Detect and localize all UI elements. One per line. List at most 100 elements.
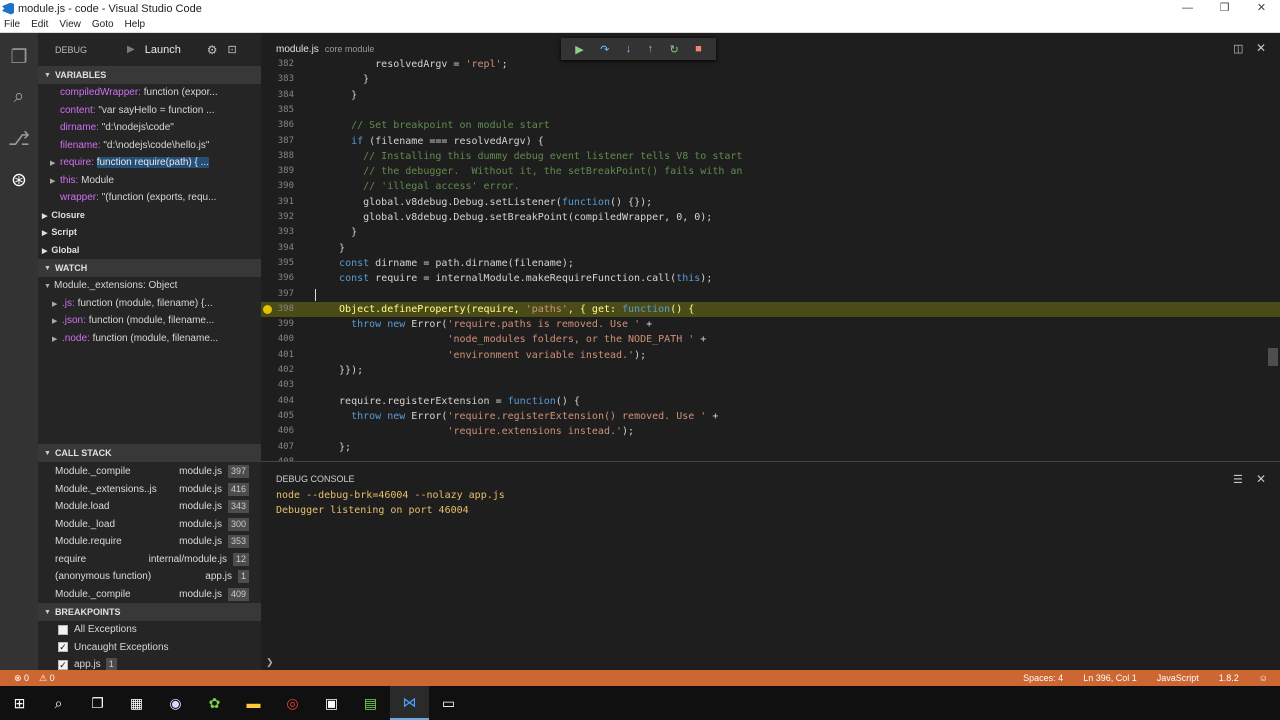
watch-row[interactable]: ▶ .node: function (module, filename... <box>38 330 261 348</box>
close-icon[interactable]: ✕ <box>1256 41 1266 55</box>
app-icon[interactable]: ◉ <box>156 686 195 720</box>
close-window-button[interactable]: ✕ <box>1243 0 1280 17</box>
maximize-button[interactable]: ❐ <box>1206 0 1243 17</box>
step-over-icon[interactable]: ↷ <box>600 43 609 56</box>
expand-icon[interactable]: ▶ <box>42 230 47 237</box>
line-number[interactable]: 385 <box>261 103 294 118</box>
gear-icon[interactable]: ⚙ <box>207 43 218 57</box>
variable-row[interactable]: filename: "d:\nodejs\code\hello.js" <box>38 137 261 155</box>
cursor-position[interactable]: Ln 396, Col 1 <box>1083 673 1137 683</box>
open-console-icon[interactable]: ⊡ <box>227 43 236 56</box>
line-number[interactable]: 394 <box>261 241 294 256</box>
line-number[interactable]: 383 <box>261 72 294 87</box>
menu-help[interactable]: Help <box>125 19 146 30</box>
breakpoint-checkbox[interactable] <box>58 624 68 635</box>
variable-row[interactable]: ▶ this: Module <box>38 172 261 190</box>
breakpoint-item[interactable]: All Exceptions <box>38 621 261 639</box>
step-into-icon[interactable]: ↓ <box>626 43 632 55</box>
stop-icon[interactable]: ■ <box>695 43 702 55</box>
variables-section-header[interactable]: ▼ VARIABLES <box>38 66 261 84</box>
line-number[interactable]: 404 <box>261 394 294 409</box>
typescript-version[interactable]: 1.8.2 <box>1219 673 1239 683</box>
line-number[interactable]: 399 <box>261 317 294 332</box>
tab-module-js[interactable]: module.js <box>261 44 319 55</box>
close-panel-icon[interactable]: ✕ <box>1256 472 1266 486</box>
git-icon[interactable]: ⎇ <box>0 119 38 159</box>
expand-icon[interactable]: ▶ <box>50 173 60 190</box>
call-stack-frame[interactable]: Module._load module.js 300 <box>38 516 261 534</box>
watch-section-header[interactable]: ▼ WATCH <box>38 259 261 277</box>
start-icon[interactable]: ⊞ <box>0 686 39 720</box>
search-icon[interactable]: ⌕ <box>0 77 38 117</box>
expand-icon[interactable]: ▶ <box>42 213 47 220</box>
variable-row[interactable]: dirname: "d:\nodejs\code" <box>38 119 261 137</box>
variable-row[interactable]: content: "var sayHello = function ... <box>38 102 261 120</box>
breakpoint-marker-icon[interactable] <box>263 304 272 314</box>
line-number[interactable]: 401 <box>261 348 294 363</box>
menu-edit[interactable]: Edit <box>31 19 48 30</box>
terminal-app-icon[interactable]: ▣ <box>312 686 351 720</box>
split-editor-icon[interactable]: ◫ <box>1233 42 1243 55</box>
line-number[interactable]: 391 <box>261 195 294 210</box>
line-number[interactable]: 387 <box>261 134 294 149</box>
scope-row[interactable]: ▶ Script <box>38 224 261 242</box>
breakpoint-item[interactable]: ✓ app.js 1 <box>38 656 261 670</box>
explorer-icon[interactable]: ❐ <box>0 37 38 77</box>
line-number[interactable]: 392 <box>261 210 294 225</box>
line-number[interactable]: 393 <box>261 225 294 240</box>
variable-row[interactable]: wrapper: "(function (exports, requ... <box>38 189 261 207</box>
warnings-count[interactable]: ⚠ 0 <box>39 673 55 684</box>
line-number[interactable]: 407 <box>261 440 294 455</box>
start-debugging-icon[interactable]: ▶ <box>127 44 135 55</box>
call-stack-frame[interactable]: Module.load module.js 343 <box>38 498 261 516</box>
call-stack-frame[interactable]: Module._compile module.js 397 <box>38 463 261 481</box>
breakpoint-checkbox[interactable]: ✓ <box>58 642 68 653</box>
line-number[interactable]: 384 <box>261 88 294 103</box>
menu-file[interactable]: File <box>4 19 20 30</box>
menu-goto[interactable]: Goto <box>92 19 114 30</box>
expand-icon[interactable]: ▶ <box>52 313 62 330</box>
game-icon[interactable]: ✿ <box>195 686 234 720</box>
expand-icon[interactable]: ▶ <box>42 248 47 255</box>
launch-config-select[interactable]: Launch <box>145 44 199 56</box>
code-editor[interactable]: 382 resolvedArgv = 'repl'; 383 } 384 } 385 3… <box>261 57 1280 461</box>
step-out-icon[interactable]: ↑ <box>648 43 654 55</box>
line-number[interactable]: 406 <box>261 424 294 439</box>
task-view-icon[interactable]: ❐ <box>78 686 117 720</box>
call-stack-frame[interactable]: require internal/module.js 12 <box>38 551 261 569</box>
feedback-icon[interactable]: ☺ <box>1259 673 1268 683</box>
line-number[interactable]: 382 <box>261 57 294 72</box>
debug-icon[interactable]: ⊛ <box>0 160 38 200</box>
call-stack-frame[interactable]: Module._extensions..js module.js 416 <box>38 481 261 499</box>
line-number[interactable]: 397 <box>261 287 294 302</box>
calculator-icon[interactable]: ▦ <box>117 686 156 720</box>
chrome-icon[interactable]: ◎ <box>273 686 312 720</box>
search-icon[interactable]: ⌕ <box>39 686 78 720</box>
watch-row[interactable]: ▶ .js: function (module, filename) {... <box>38 295 261 313</box>
continue-icon[interactable]: ▶ <box>575 43 583 56</box>
line-number[interactable]: 390 <box>261 179 294 194</box>
scope-row[interactable]: ▶ Global <box>38 242 261 260</box>
line-number[interactable]: 396 <box>261 271 294 286</box>
breakpoints-section-header[interactable]: ▼ BREAKPOINTS <box>38 603 261 621</box>
line-number[interactable]: 400 <box>261 332 294 347</box>
line-number[interactable]: 402 <box>261 363 294 378</box>
call-stack-frame[interactable]: Module._compile module.js 409 <box>38 586 261 604</box>
line-number[interactable]: 403 <box>261 378 294 393</box>
expand-icon[interactable]: ▶ <box>52 331 62 348</box>
line-number[interactable]: 389 <box>261 164 294 179</box>
watch-row[interactable]: ▶ .json: function (module, filename... <box>38 312 261 330</box>
notepad-icon[interactable]: ▤ <box>351 686 390 720</box>
call-stack-frame[interactable]: Module.require module.js 353 <box>38 533 261 551</box>
indentation-status[interactable]: Spaces: 4 <box>1023 673 1063 683</box>
line-number[interactable]: 405 <box>261 409 294 424</box>
scope-row[interactable]: ▶ Closure <box>38 207 261 225</box>
breakpoint-item[interactable]: ✓ Uncaught Exceptions <box>38 639 261 657</box>
clear-console-icon[interactable]: ☰ <box>1233 473 1243 486</box>
call-stack-section-header[interactable]: ▼ CALL STACK <box>38 444 261 462</box>
cmd-icon[interactable]: ▭ <box>429 686 468 720</box>
expand-icon[interactable]: ▶ <box>50 155 60 172</box>
expand-icon[interactable]: ▶ <box>52 296 62 313</box>
breakpoint-checkbox[interactable]: ✓ <box>58 659 68 670</box>
call-stack-frame[interactable]: (anonymous function) app.js 1 <box>38 568 261 586</box>
